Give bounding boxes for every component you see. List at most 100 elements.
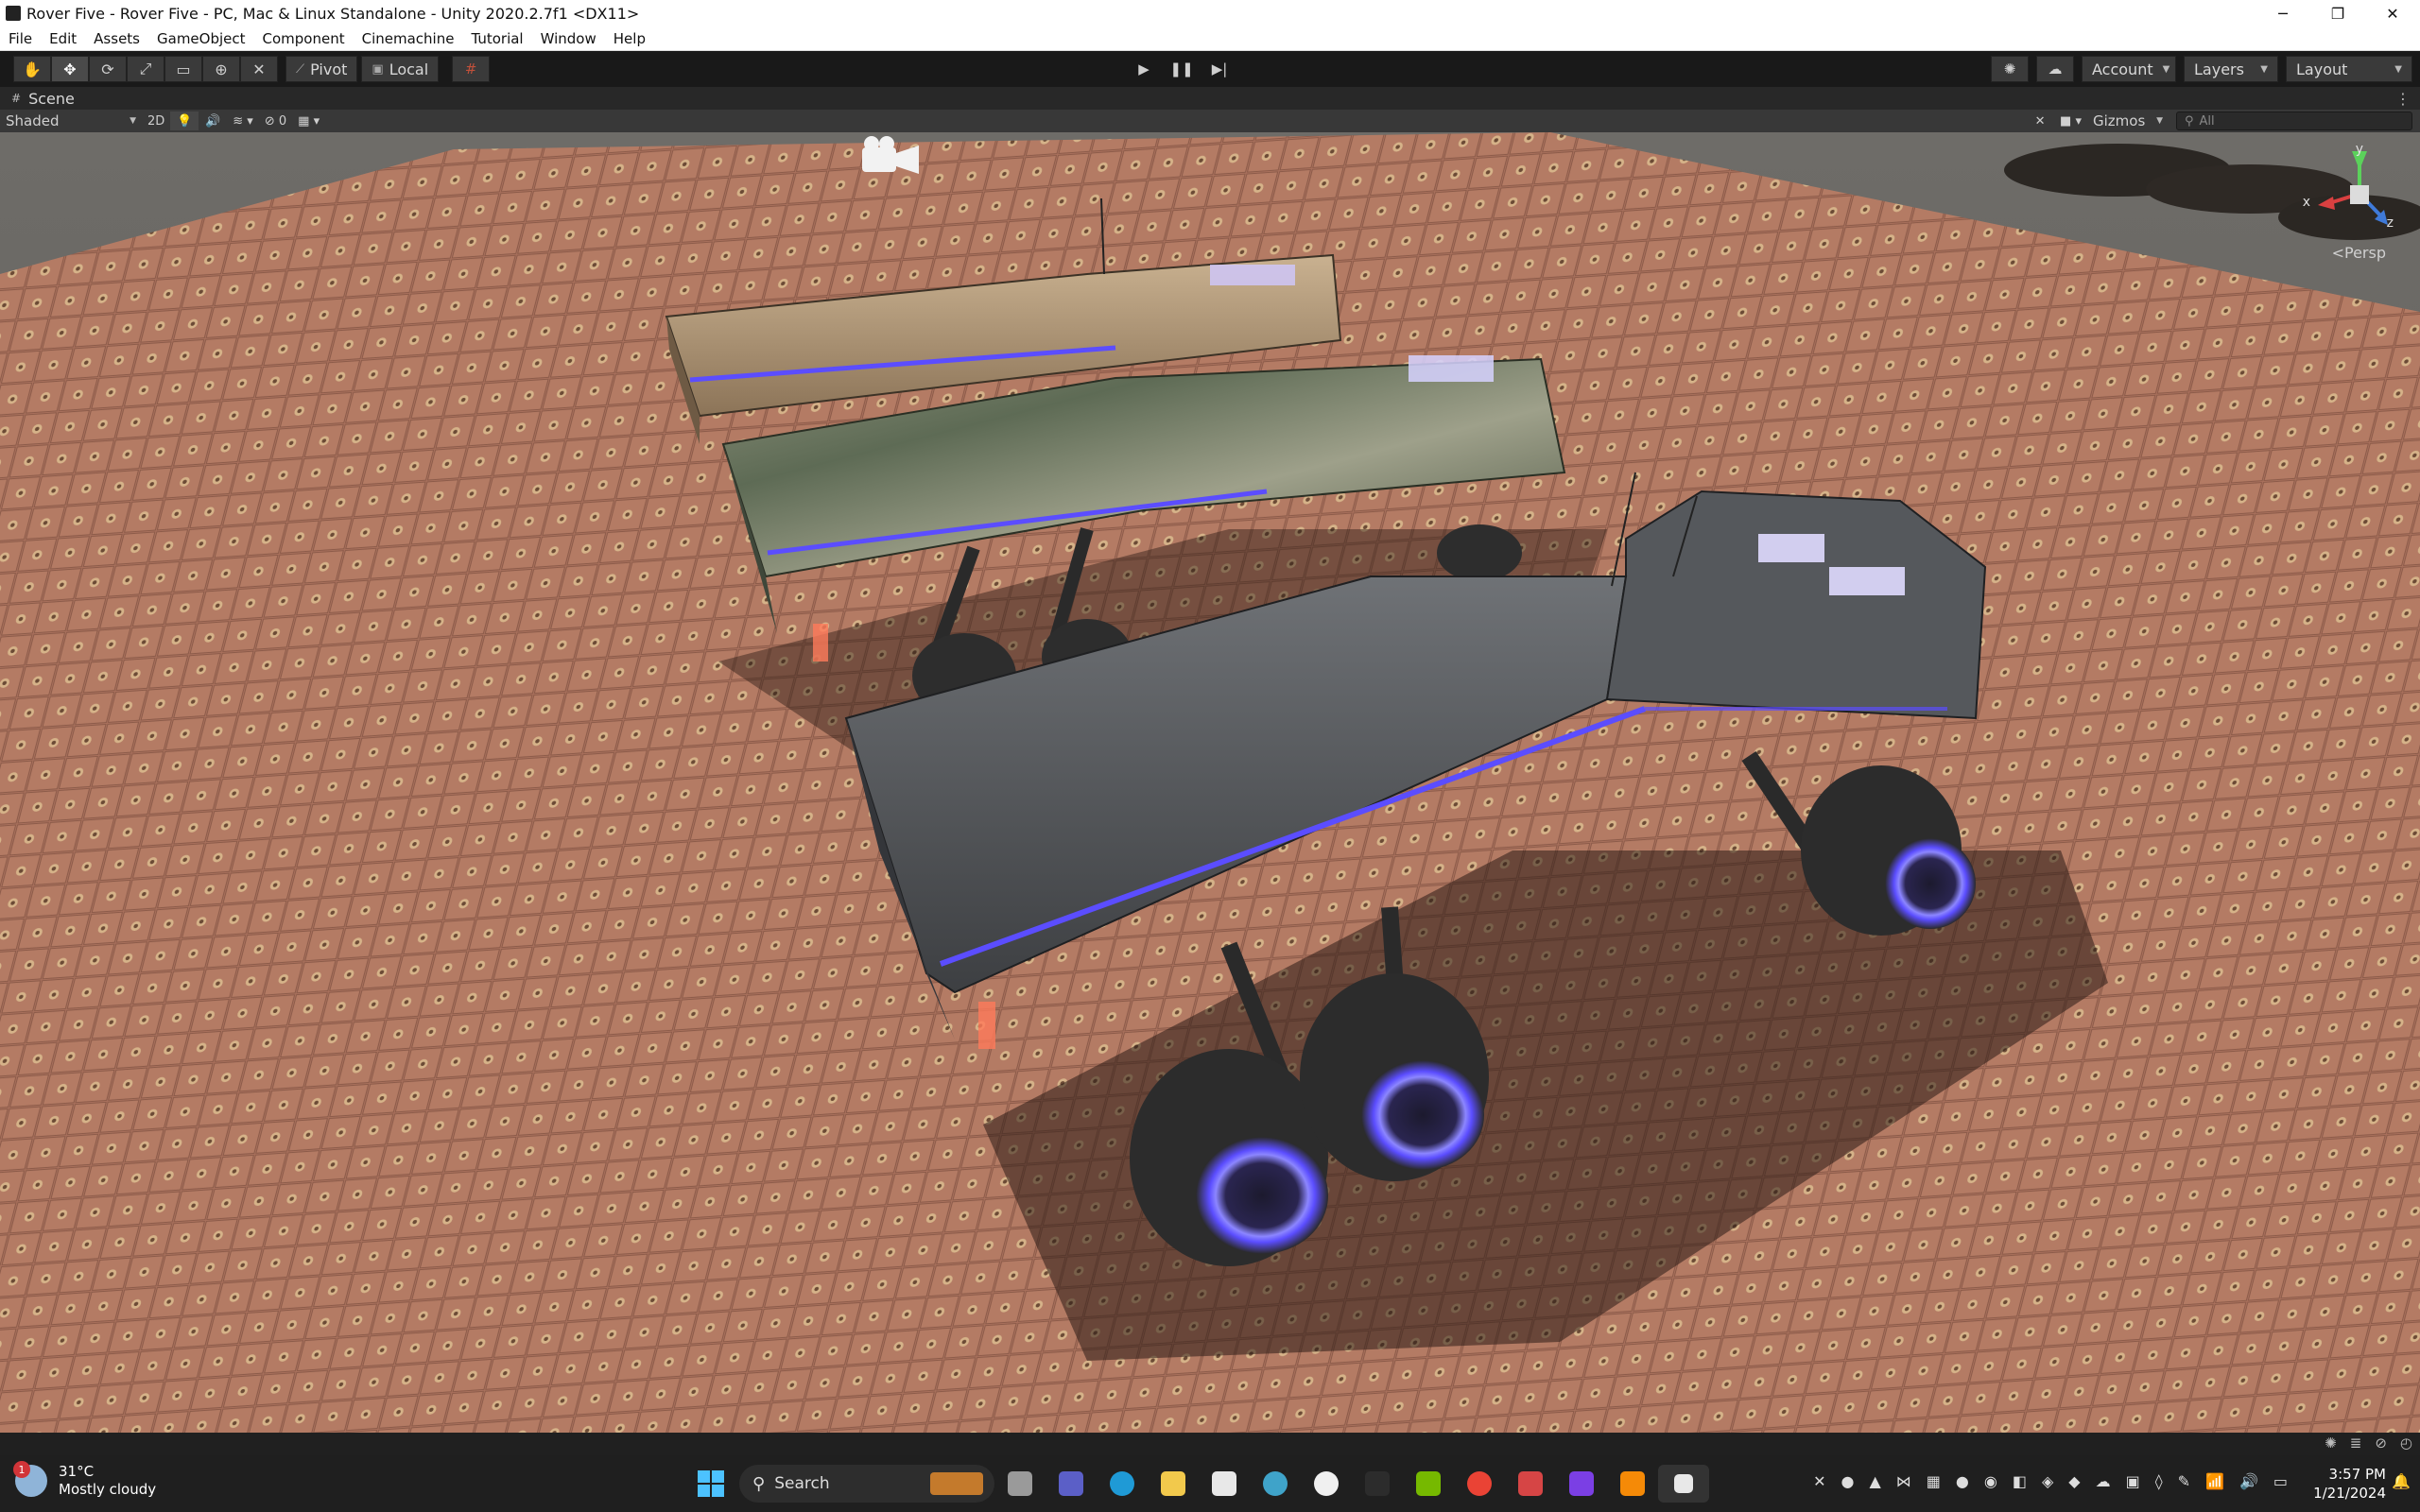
close-button[interactable]: ✕ xyxy=(2365,0,2420,26)
step-icon[interactable]: ▶| xyxy=(1201,56,1238,82)
snipping-tool-icon[interactable] xyxy=(1505,1465,1556,1503)
weather-widget[interactable]: 1 31°C Mostly cloudy xyxy=(13,1461,157,1499)
menu-edit[interactable]: Edit xyxy=(41,26,85,51)
database-icon[interactable]: ≣ xyxy=(2350,1435,2362,1452)
grid-options-icon[interactable]: ▦ ▾ xyxy=(292,112,325,130)
tray-app-icon[interactable]: ✎ xyxy=(2178,1472,2190,1490)
tray-app-icon[interactable]: ▦ xyxy=(1927,1472,1941,1490)
grid-snap-icon[interactable]: # xyxy=(452,56,491,82)
chat-icon[interactable] xyxy=(1046,1465,1097,1503)
minimize-button[interactable]: ─ xyxy=(2256,0,2310,26)
pivot-toggle[interactable]: ⟋ Pivot xyxy=(285,56,358,82)
scale-tool-icon[interactable]: ⤢ xyxy=(127,56,164,82)
chevron-down-icon: ▼ xyxy=(2394,63,2402,75)
collab-icon[interactable]: ✺ xyxy=(1991,56,2029,82)
debug-icon[interactable]: ⊘ xyxy=(2375,1435,2387,1452)
scene-search-input[interactable]: ⚲ All xyxy=(2176,112,2412,130)
tools-icon[interactable]: ✕ xyxy=(2026,112,2054,130)
tray-app-icon[interactable]: ◈ xyxy=(2042,1472,2053,1490)
account-dropdown[interactable]: Account ▼ xyxy=(2082,56,2176,82)
pause-icon[interactable]: ❚❚ xyxy=(1163,56,1201,82)
bake-icon[interactable]: ✺ xyxy=(2325,1435,2337,1452)
rotate-tool-icon[interactable]: ⟳ xyxy=(89,56,127,82)
playback-controls: ▶ ❚❚ ▶| xyxy=(1125,56,1238,82)
task-view-icon[interactable] xyxy=(994,1465,1046,1503)
tray-app-icon[interactable]: ▣ xyxy=(2126,1472,2140,1490)
gizmos-dropdown[interactable]: Gizmos ▼ xyxy=(2087,112,2169,130)
sublime-icon[interactable] xyxy=(1607,1465,1658,1503)
menu-gameobject[interactable]: GameObject xyxy=(148,26,254,51)
progress-icon[interactable]: ◴ xyxy=(2400,1435,2412,1452)
weather-description: Mostly cloudy xyxy=(59,1481,157,1498)
nvidia-icon[interactable] xyxy=(1403,1465,1454,1503)
chrome-icon[interactable] xyxy=(1454,1465,1505,1503)
notification-bell-icon[interactable]: 🔔 xyxy=(2392,1472,2411,1490)
search-placeholder: All xyxy=(2199,113,2215,129)
transform-tools: ✋ ✥ ⟳ ⤢ ▭ ⊕ ✕ xyxy=(13,56,278,82)
edge-browser-icon[interactable] xyxy=(1097,1465,1148,1503)
more-options-icon[interactable]: ⋮ xyxy=(2395,90,2411,108)
gizmos-label: Gizmos xyxy=(2093,112,2146,129)
alien-app-icon[interactable] xyxy=(1301,1465,1352,1503)
draw-mode-dropdown[interactable]: Shaded ▼ xyxy=(0,112,142,130)
audio-icon[interactable]: 🔊 xyxy=(199,112,227,130)
tab-scene[interactable]: # Scene xyxy=(0,90,75,108)
effects-icon[interactable]: ≋ ▾ xyxy=(227,112,259,130)
tray-app-icon[interactable]: ◆ xyxy=(2068,1472,2080,1490)
menu-cinemachine[interactable]: Cinemachine xyxy=(354,26,463,51)
video-editor-icon[interactable] xyxy=(1556,1465,1607,1503)
tray-app-icon[interactable]: ● xyxy=(1956,1472,1969,1490)
transform-tool-icon[interactable]: ⊕ xyxy=(202,56,240,82)
hidden-objects-toggle[interactable]: ⊘ 0 xyxy=(259,112,292,130)
play-icon[interactable]: ▶ xyxy=(1125,56,1163,82)
unity-logo-icon xyxy=(6,6,21,21)
battery-icon[interactable]: ▭ xyxy=(2273,1472,2288,1490)
menu-file[interactable]: File xyxy=(0,26,41,51)
taskbar-search-input[interactable]: ⚲ Search xyxy=(739,1465,994,1503)
menu-help[interactable]: Help xyxy=(605,26,654,51)
2d-toggle[interactable]: 2D xyxy=(142,112,170,130)
xbox-icon[interactable]: ✕ xyxy=(1813,1472,1825,1490)
maximize-button[interactable]: ❐ xyxy=(2310,0,2365,26)
menu-component[interactable]: Component xyxy=(254,26,354,51)
wifi-icon[interactable]: 📶 xyxy=(2205,1472,2224,1490)
layout-dropdown[interactable]: Layout ▼ xyxy=(2286,56,2412,82)
menu-assets[interactable]: Assets xyxy=(85,26,148,51)
unity-app-icon[interactable] xyxy=(1658,1465,1709,1503)
menu-bar: File Edit Assets GameObject Component Ci… xyxy=(0,26,2420,51)
browser-app-icon[interactable] xyxy=(1250,1465,1301,1503)
layers-label: Layers xyxy=(2194,60,2244,78)
lighting-icon[interactable]: 💡 xyxy=(170,112,199,130)
chevron-down-icon: ▼ xyxy=(130,116,136,126)
move-tool-icon[interactable]: ✥ xyxy=(51,56,89,82)
weather-temperature: 31°C xyxy=(59,1463,95,1480)
menu-tutorial[interactable]: Tutorial xyxy=(462,26,531,51)
tray-app-icon[interactable]: ◉ xyxy=(1984,1472,1997,1490)
tray-app-icon[interactable]: ◧ xyxy=(2013,1472,2027,1490)
custom-tool-icon[interactable]: ✕ xyxy=(240,56,278,82)
menu-window[interactable]: Window xyxy=(532,26,605,51)
start-button[interactable] xyxy=(692,1465,730,1503)
file-explorer-icon[interactable] xyxy=(1148,1465,1199,1503)
dark-app-icon[interactable] xyxy=(1352,1465,1403,1503)
vs-icon[interactable]: ⋈ xyxy=(1896,1472,1911,1490)
projection-toggle[interactable]: <Persp xyxy=(2332,244,2386,262)
axis-z-label: z xyxy=(2386,215,2394,231)
local-toggle[interactable]: ▣ Local xyxy=(361,56,440,82)
defender-icon[interactable]: ◊ xyxy=(2155,1472,2163,1490)
cloudy-weather-icon: 1 xyxy=(13,1461,47,1497)
pivot-label: Pivot xyxy=(310,60,348,78)
tray-app-icon[interactable]: ● xyxy=(1841,1472,1855,1490)
clock[interactable]: 3:57 PM 1/21/2024 xyxy=(2313,1465,2386,1503)
layers-dropdown[interactable]: Layers ▼ xyxy=(2184,56,2278,82)
rect-tool-icon[interactable]: ▭ xyxy=(164,56,202,82)
hand-tool-icon[interactable]: ✋ xyxy=(13,56,51,82)
onedrive-icon[interactable]: ☁ xyxy=(2096,1472,2111,1490)
tray-app-icon[interactable]: ▲ xyxy=(1869,1472,1880,1490)
cloud-icon[interactable]: ☁ xyxy=(2036,56,2074,82)
store-icon[interactable] xyxy=(1199,1465,1250,1503)
camera-icon[interactable]: ■ ▾ xyxy=(2054,112,2087,130)
scene-viewport[interactable]: y x z <Persp xyxy=(0,132,2420,1433)
volume-icon[interactable]: 🔊 xyxy=(2239,1472,2258,1490)
scene-render xyxy=(0,132,2420,1433)
